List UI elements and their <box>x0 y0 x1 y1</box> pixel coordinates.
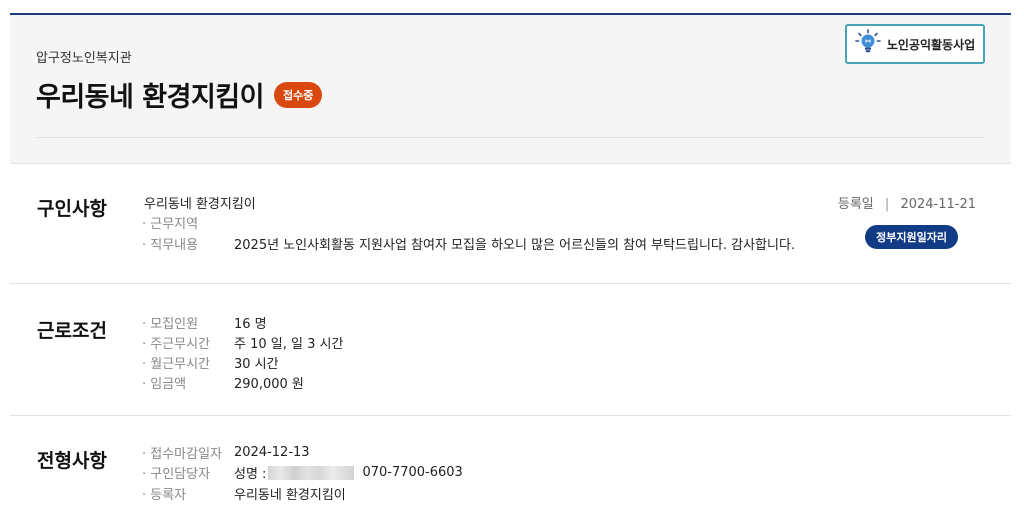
category-button[interactable]: 노인공익활동사업 <box>845 24 985 64</box>
deadline-label: · 접수마감일자 <box>142 447 223 462</box>
condition-row: · 모집인원 16 명 <box>142 313 267 332</box>
org-name: 압구정노인복지관 <box>36 51 132 66</box>
duty-row: · 직무내용 2025년 노인사회활동 지원사업 참여자 모집을 하오니 많은 … <box>142 234 795 253</box>
screening-section-title: 전형사항 <box>37 450 107 472</box>
registration-date: 등록일 | 2024-11-21 <box>838 193 976 212</box>
category-button-label: 노인공익활동사업 <box>886 37 976 52</box>
registrant-row: · 등록자 우리동네 환경지킴이 <box>142 484 346 503</box>
redacted-name <box>268 465 355 480</box>
condition-label: · 임금액 <box>142 377 187 392</box>
deadline-value: 2024-12-13 <box>234 445 310 460</box>
location-row: · 근무지역 <box>142 213 234 232</box>
page-title: 우리동네 환경지킴이 <box>36 82 264 113</box>
duty-value: 2025년 노인사회활동 지원사업 참여자 모집을 하오니 많은 어르신들의 참… <box>234 238 796 253</box>
condition-row: · 주근무시간 주 10 일, 일 3 시간 <box>142 333 343 352</box>
registrant-value: 우리동네 환경지킴이 <box>234 488 346 503</box>
contact-label: · 구인담당자 <box>142 467 211 482</box>
job-header: 압구정노인복지관 우리동네 환경지킴이 접수중 노인공익활동사업 <box>10 13 1011 164</box>
status-badge: 접수중 <box>273 81 323 108</box>
reg-date-separator: | <box>884 197 890 212</box>
condition-label: · 주근무시간 <box>142 337 211 352</box>
contact-name-prefix: 성명 : <box>234 467 267 482</box>
title-row: 우리동네 환경지킴이 접수중 <box>36 75 323 114</box>
contact-row: · 구인담당자 성명 : 070-7700-6603 <box>142 463 463 482</box>
job-name: 우리동네 환경지킴이 <box>144 197 256 212</box>
condition-label: · 모집인원 <box>142 317 199 332</box>
recruit-section: 구인사항 우리동네 환경지킴이 · 근무지역 · 직무내용 2025년 노인사회… <box>10 165 1011 284</box>
conditions-section-title: 근로조건 <box>37 320 107 342</box>
condition-value: 290,000 원 <box>234 377 304 392</box>
condition-row: · 월근무시간 30 시간 <box>142 353 279 372</box>
header-divider <box>36 137 985 138</box>
location-label: · 근무지역 <box>142 217 199 232</box>
conditions-section: 근로조건 · 모집인원 16 명 · 주근무시간 주 10 일, 일 3 시간 … <box>10 285 1011 416</box>
duty-label: · 직무내용 <box>142 238 199 253</box>
condition-label: · 월근무시간 <box>142 357 211 372</box>
lightbulb-icon <box>855 29 881 59</box>
condition-value: 16 명 <box>234 317 267 332</box>
condition-value: 30 시간 <box>234 357 279 372</box>
contact-phone: 070-7700-6603 <box>362 465 463 480</box>
reg-date-value: 2024-11-21 <box>900 197 976 212</box>
condition-row: · 임금액 290,000 원 <box>142 373 304 392</box>
deadline-row: · 접수마감일자 2024-12-13 <box>142 443 310 462</box>
condition-value: 주 10 일, 일 3 시간 <box>234 337 344 352</box>
recruit-section-title: 구인사항 <box>37 198 107 220</box>
registrant-label: · 등록자 <box>142 488 187 503</box>
screening-section: 전형사항 · 접수마감일자 2024-12-13 · 구인담당자 성명 : 07… <box>10 417 1011 520</box>
gov-job-badge: 정부지원일자리 <box>865 225 958 249</box>
reg-date-label: 등록일 <box>837 197 874 212</box>
